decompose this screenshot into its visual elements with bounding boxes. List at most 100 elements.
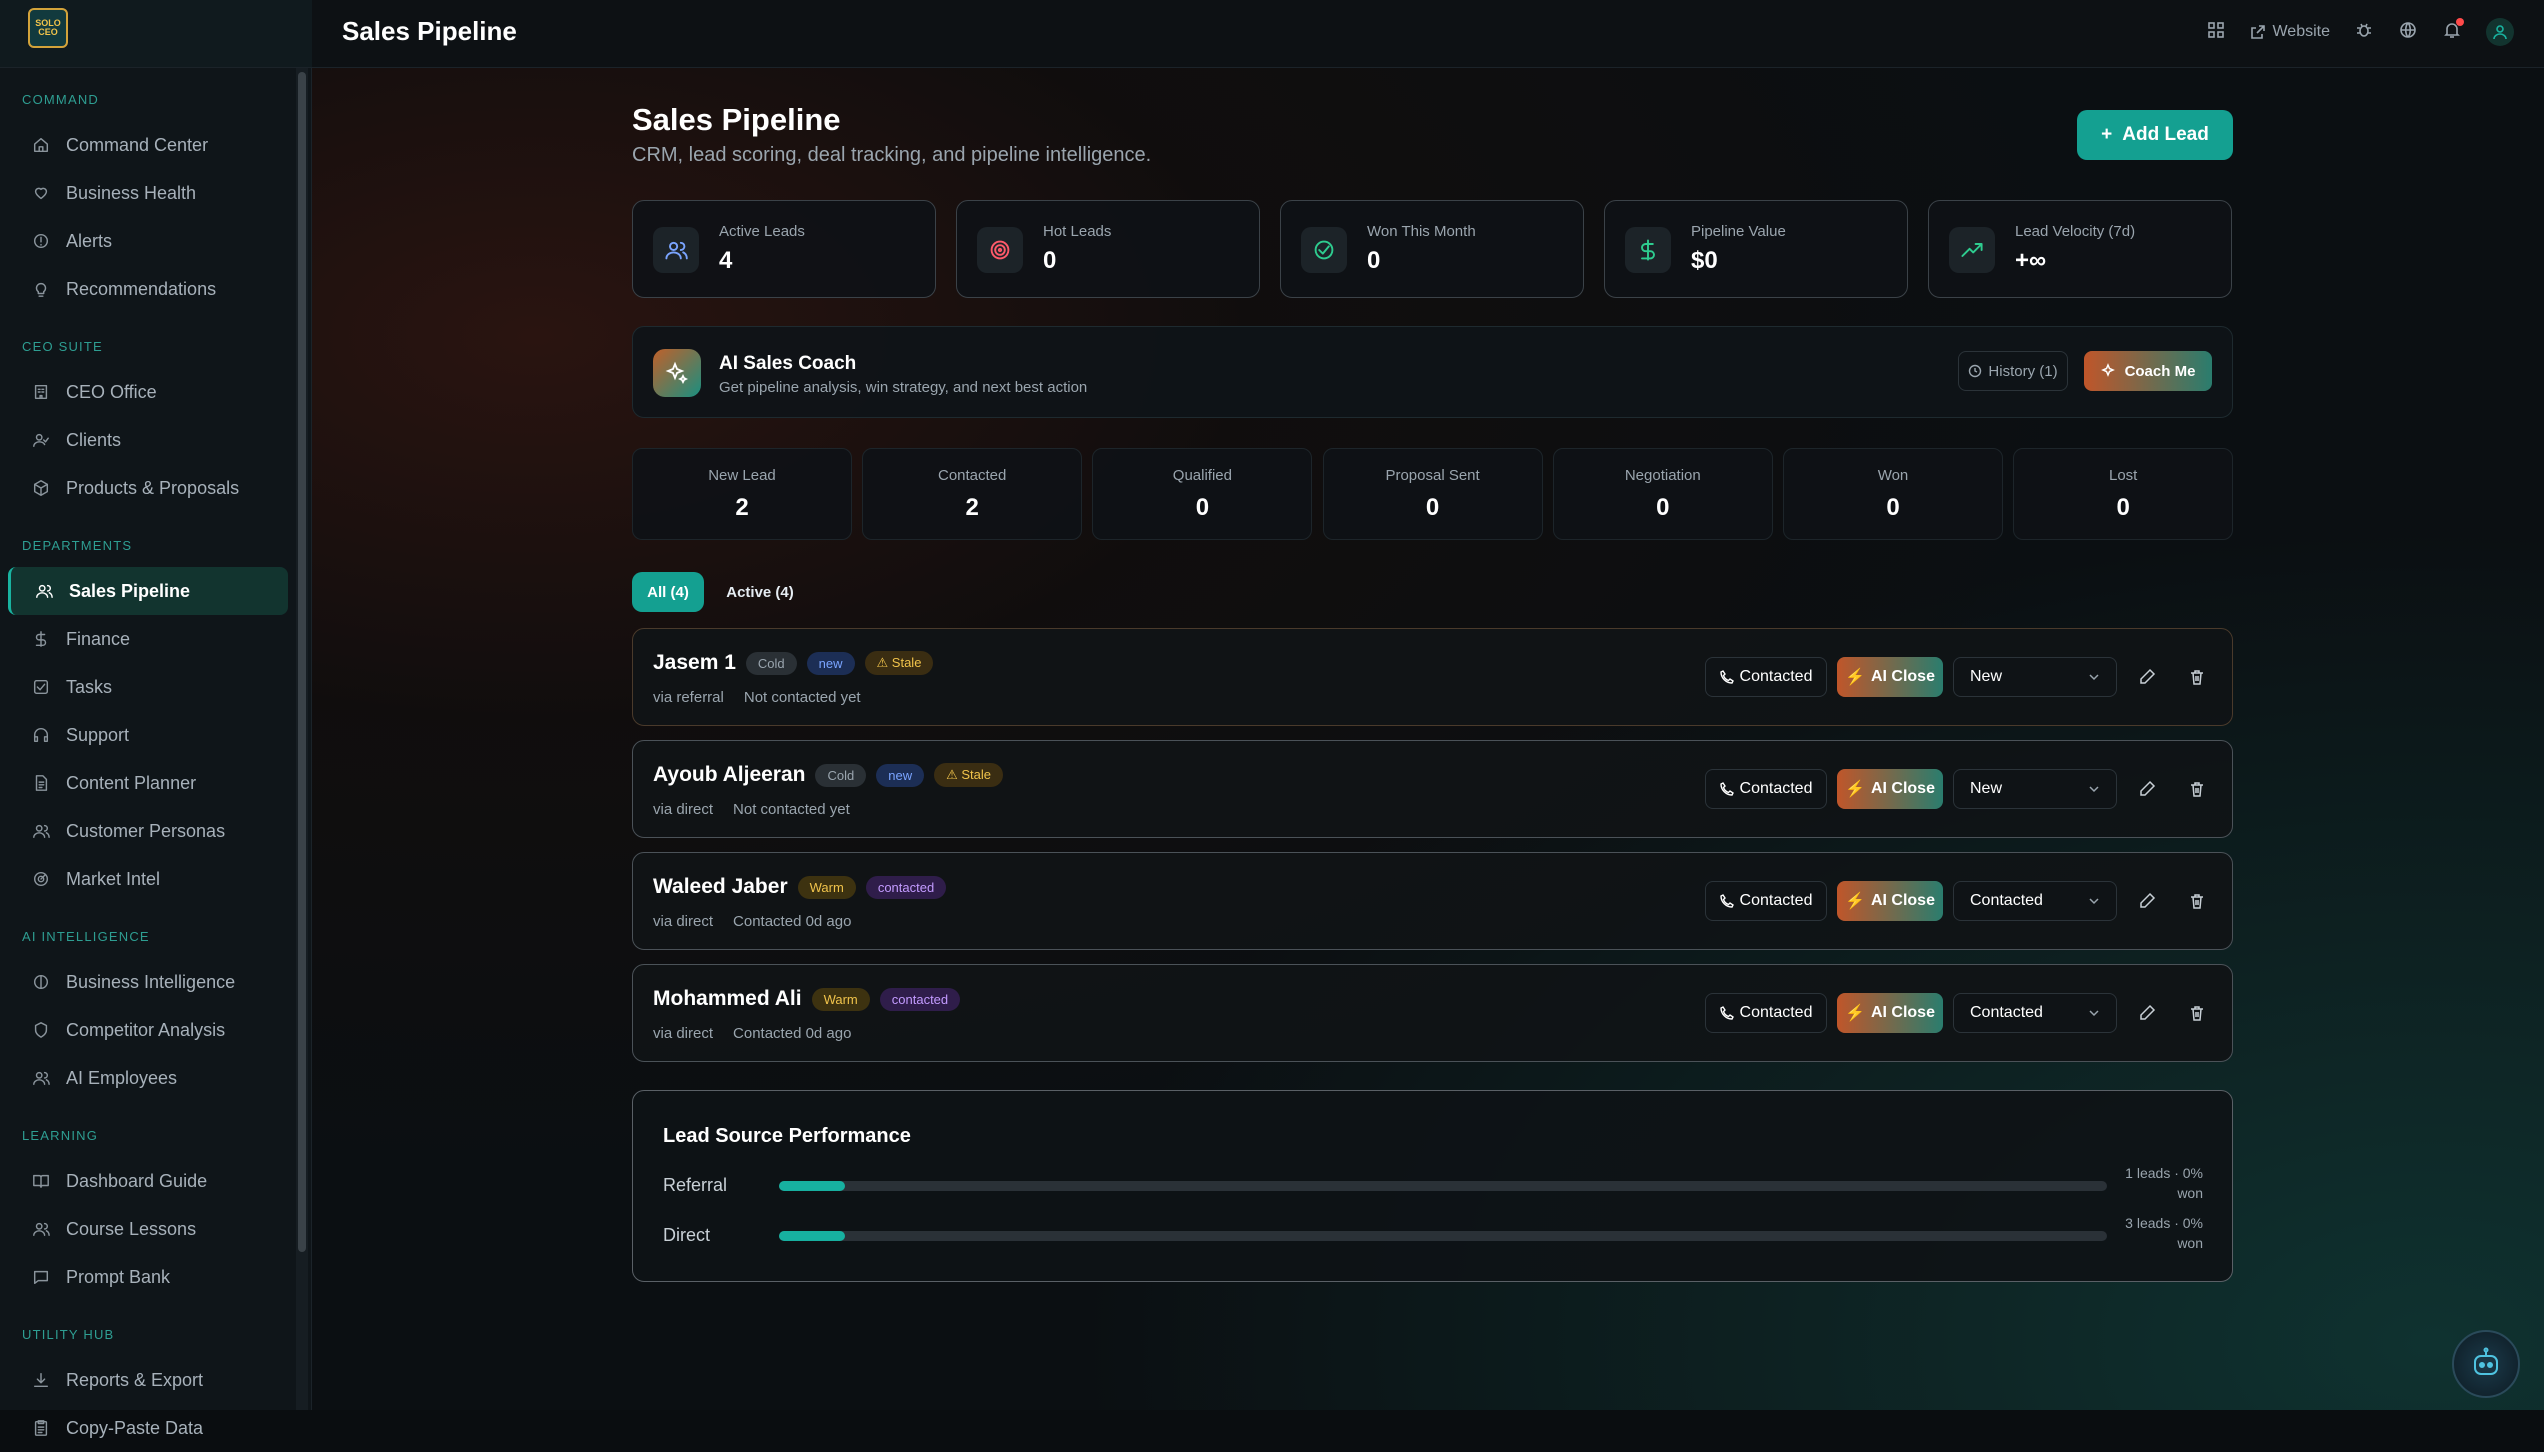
sidebar-item-label: Tasks (66, 676, 113, 697)
pipeline-stage-card[interactable]: Proposal Sent 0 (1322, 448, 1543, 540)
bug-icon[interactable] (2354, 20, 2374, 45)
stat-label: Won This Month (1367, 223, 1476, 240)
stat-value: 0 (1367, 247, 1381, 274)
delete-lead-button[interactable] (2183, 663, 2211, 691)
ai-close-button[interactable]: ⚡ AI Close (1837, 993, 1943, 1033)
lead-source: via direct (653, 1025, 714, 1042)
heart-icon (32, 184, 50, 202)
sidebar-item-course-lessons[interactable]: Course Lessons (8, 1205, 288, 1253)
users-icon (35, 582, 53, 600)
sidebar-item-label: Command Center (66, 134, 209, 155)
app-logo[interactable]: SOLO CEO (28, 8, 68, 48)
mark-contacted-button[interactable]: Contacted (1705, 881, 1827, 921)
mark-contacted-button[interactable]: Contacted (1705, 993, 1827, 1033)
sidebar-item-support[interactable]: Support (8, 711, 288, 759)
sidebar-item-ceo-office[interactable]: CEO Office (8, 368, 288, 416)
stage-select[interactable]: Contacted (1953, 993, 2117, 1033)
lead-card[interactable]: Mohammed Ali Warm contacted via direct Conta… (632, 964, 2233, 1062)
sidebar-item-command-center[interactable]: Command Center (8, 121, 288, 169)
edit-lead-button[interactable] (2133, 775, 2161, 803)
sidebar-item-clients[interactable]: Clients (8, 416, 288, 464)
stage-select[interactable]: Contacted (1953, 881, 2117, 921)
sidebar-item-customer-personas[interactable]: Customer Personas (8, 807, 288, 855)
sidebar-item-content-planner[interactable]: Content Planner (8, 759, 288, 807)
sidebar-item-sales-pipeline[interactable]: Sales Pipeline (8, 567, 288, 615)
warning-icon: ⚠ (946, 767, 962, 782)
mark-contacted-button[interactable]: Contacted (1705, 769, 1827, 809)
pipeline-stage-card[interactable]: New Lead 2 (632, 448, 852, 540)
stage-count: 0 (1886, 494, 1900, 521)
topbar-actions: Website (2206, 17, 2514, 46)
pipeline-stage-card[interactable]: Qualified 0 (1092, 448, 1313, 540)
lead-card[interactable]: Ayoub Aljeeran Cold new ⚠ Stale via direct No… (632, 740, 2233, 838)
sidebar-item-reports-export[interactable]: Reports & Export (8, 1356, 288, 1404)
sidebar-item-market-intel[interactable]: Market Intel (8, 855, 288, 903)
sidebar-item-copy-paste-data[interactable]: Copy-Paste Data (8, 1404, 288, 1452)
coach-title: AI Sales Coach (719, 353, 857, 374)
stage-label: Won (1877, 467, 1909, 484)
alert-circle-icon (32, 232, 50, 250)
tab-all[interactable]: All (4) (632, 572, 704, 612)
stale-badge: ⚠ Stale (934, 763, 1004, 787)
contacted-label: Contacted (1739, 668, 1813, 685)
sidebar-item-prompt-bank[interactable]: Prompt Bank (8, 1253, 288, 1301)
sidebar-item-products-proposals[interactable]: Products & Proposals (8, 464, 288, 512)
edit-lead-button[interactable] (2133, 663, 2161, 691)
coach-me-button[interactable]: Coach Me (2084, 351, 2212, 391)
delete-lead-button[interactable] (2183, 775, 2211, 803)
sidebar-item-business-health[interactable]: Business Health (8, 169, 288, 217)
mark-contacted-button[interactable]: Contacted (1705, 657, 1827, 697)
tab-active[interactable]: Active (4) (716, 572, 804, 612)
lead-card[interactable]: Waleed Jaber Warm contacted via direct Conta… (632, 852, 2233, 950)
sidebar-item-label: Support (66, 724, 130, 745)
sidebar-item-tasks[interactable]: Tasks (8, 663, 288, 711)
contacted-label: Contacted (1739, 780, 1813, 797)
ai-close-button[interactable]: ⚡ AI Close (1837, 769, 1943, 809)
pipeline-stage-card[interactable]: Negotiation 0 (1552, 448, 1773, 540)
edit-lead-button[interactable] (2133, 887, 2161, 915)
sidebar-item-business-intelligence[interactable]: Business Intelligence (8, 958, 288, 1006)
apps-grid-icon[interactable] (2206, 20, 2226, 45)
stat-value: 0 (1043, 247, 1057, 274)
pipeline-stage-card[interactable]: Contacted 2 (862, 448, 1083, 540)
ai-close-button[interactable]: ⚡ AI Close (1837, 881, 1943, 921)
sidebar-item-label: Dashboard Guide (66, 1170, 208, 1191)
sidebar-item-competitor-analysis[interactable]: Competitor Analysis (8, 1006, 288, 1054)
sidebar-item-alerts[interactable]: Alerts (8, 217, 288, 265)
lightbulb-icon (32, 280, 50, 298)
add-lead-button[interactable]: + Add Lead (2077, 110, 2233, 160)
delete-lead-button[interactable] (2183, 887, 2211, 915)
sidebar-item-ai-employees[interactable]: AI Employees (8, 1054, 288, 1102)
globe-icon[interactable] (2398, 20, 2418, 45)
lead-contact-status: Contacted 0d ago (733, 913, 852, 930)
delete-lead-button[interactable] (2183, 999, 2211, 1027)
sidebar-scroll-thumb[interactable] (298, 72, 306, 1252)
contacted-label: Contacted (1739, 1004, 1813, 1021)
history-label: History (1) (1988, 362, 2058, 380)
edit-lead-button[interactable] (2133, 999, 2161, 1027)
ai-assistant-bot-icon[interactable] (2452, 1330, 2520, 1398)
pipeline-stage-card[interactable]: Lost 0 (2013, 448, 2234, 540)
ai-close-button[interactable]: ⚡ AI Close (1837, 657, 1943, 697)
stat-label: Lead Velocity (7d) (2015, 223, 2136, 240)
stale-label: Stale (891, 655, 922, 670)
sparkles-icon (653, 349, 701, 397)
notification-bell-icon[interactable] (2442, 17, 2464, 45)
stage-select[interactable]: New (1953, 657, 2117, 697)
website-link[interactable]: Website (2250, 23, 2330, 41)
coach-history-button[interactable]: History (1) (1958, 351, 2068, 391)
sidebar-item-recommendations[interactable]: Recommendations (8, 265, 288, 313)
pipeline-stage-card[interactable]: Won 0 (1783, 448, 2003, 540)
sidebar-item-finance[interactable]: Finance (8, 615, 288, 663)
sidebar-section-title: UTILITY HUB (22, 1327, 115, 1342)
user-avatar-icon[interactable] (2486, 18, 2514, 46)
sidebar-item-label: AI Employees (66, 1067, 178, 1088)
sidebar-item-dashboard-guide[interactable]: Dashboard Guide (8, 1157, 288, 1205)
lead-card[interactable]: Jasem 1 Cold new ⚠ Stale via referral Not con… (632, 628, 2233, 726)
lead-contact-status: Not contacted yet (733, 801, 850, 818)
building-icon (32, 383, 50, 401)
ai-close-label: AI Close (1870, 668, 1935, 685)
stage-label: Negotiation (1624, 467, 1701, 484)
stage-select[interactable]: New (1953, 769, 2117, 809)
history-icon (1969, 364, 1982, 378)
